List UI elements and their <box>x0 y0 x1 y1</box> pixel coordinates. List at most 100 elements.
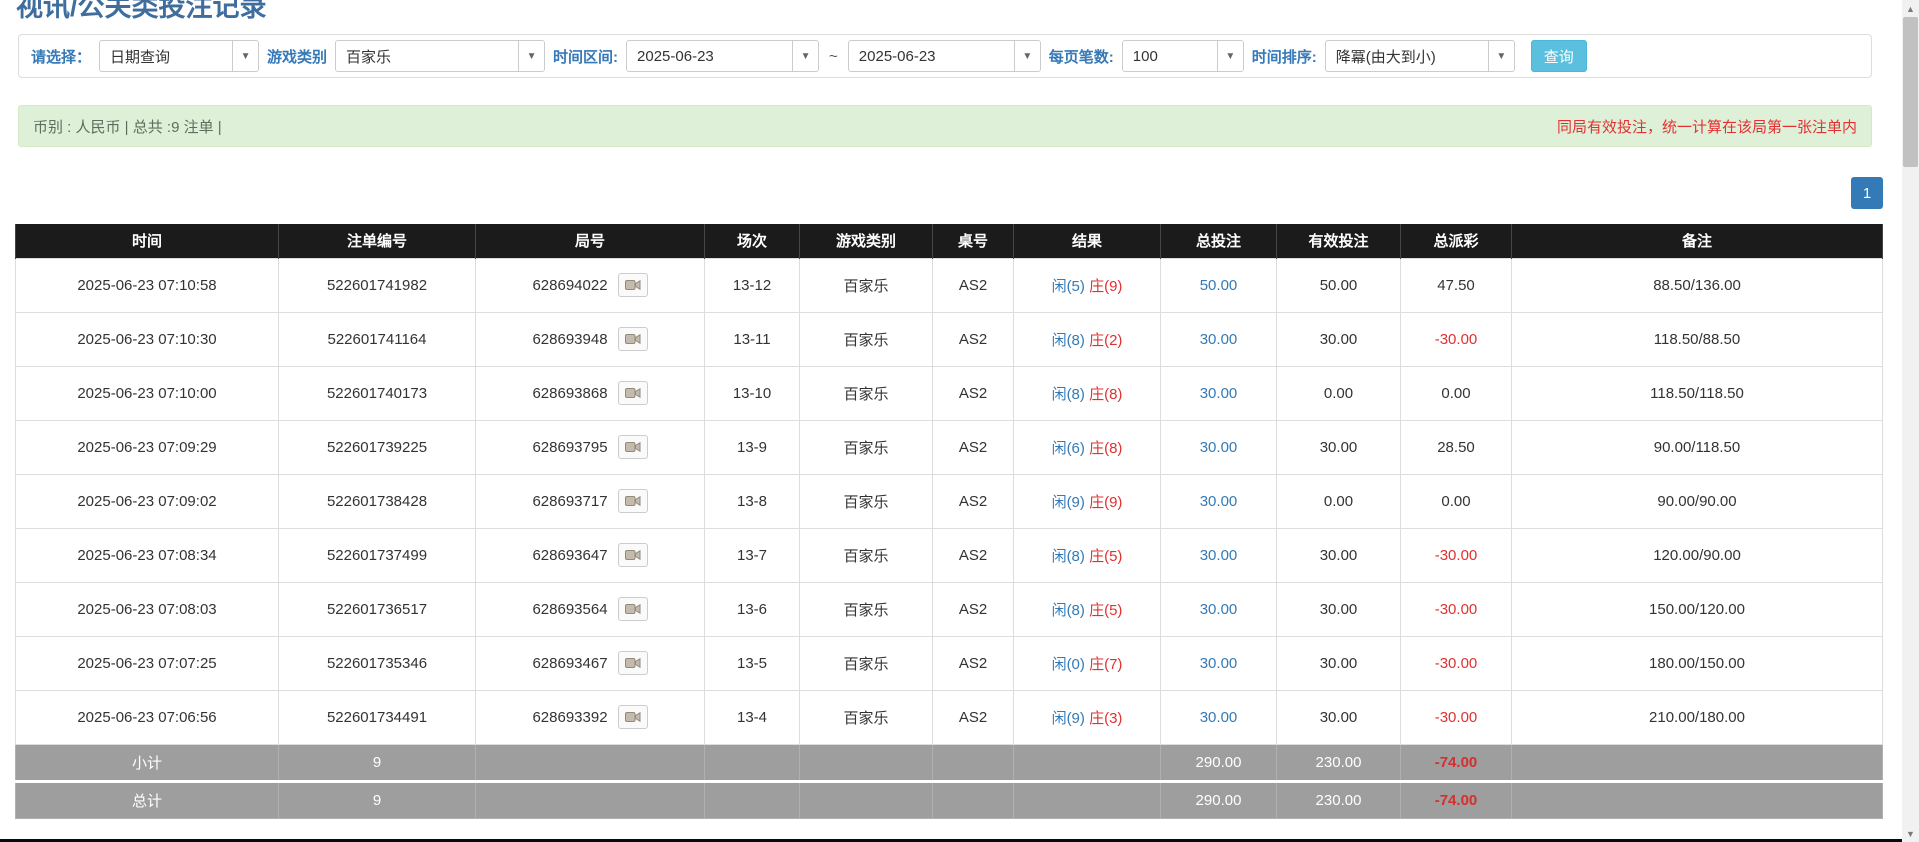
cell-payout: -30.00 <box>1401 582 1512 636</box>
cell-time: 2025-06-23 07:07:25 <box>16 636 279 690</box>
cell-round: 628693948 <box>476 312 705 366</box>
total-bet-link[interactable]: 30.00 <box>1200 601 1238 618</box>
video-replay-icon <box>625 387 641 399</box>
player-result: 闲(8) <box>1052 548 1085 565</box>
cell-valid-bet: 50.00 <box>1277 258 1401 312</box>
video-replay-icon <box>625 657 641 669</box>
total-bet-link[interactable]: 30.00 <box>1200 547 1238 564</box>
page: 视讯/公关类投注记录 请选择： 日期查询 ▼ 游戏类别 百家乐 ▼ 时间区间: … <box>0 0 1902 842</box>
video-replay-button[interactable] <box>618 705 648 729</box>
cell-game-type: 百家乐 <box>800 582 933 636</box>
scroll-up-arrow-icon[interactable]: ▲ <box>1902 0 1919 17</box>
banker-result: 庄(7) <box>1089 656 1122 673</box>
currency-total-info: 币别 : 人民币 | 总共 :9 注单 | <box>33 116 222 137</box>
game-type-select[interactable]: 百家乐 ▼ <box>335 40 545 72</box>
header-game-type: 游戏类别 <box>800 224 933 258</box>
video-replay-button[interactable] <box>618 381 648 405</box>
date-to-input[interactable]: 2025-06-23 ▼ <box>848 40 1041 72</box>
page-size-select[interactable]: 100 ▼ <box>1122 40 1244 72</box>
cell-time: 2025-06-23 07:10:00 <box>16 366 279 420</box>
subtotal-label: 小计 <box>16 744 279 781</box>
total-bet-link[interactable]: 50.00 <box>1200 277 1238 294</box>
total-bet-link[interactable]: 30.00 <box>1200 439 1238 456</box>
cell-bet-id: 522601738428 <box>279 474 476 528</box>
subtotal-total-bet: 290.00 <box>1161 744 1277 781</box>
cell-time: 2025-06-23 07:06:56 <box>16 690 279 744</box>
total-row: 总计 9 290.00 230.00 -74.00 <box>16 781 1883 818</box>
banker-result: 庄(5) <box>1089 548 1122 565</box>
chevron-down-icon: ▼ <box>518 41 544 71</box>
total-bet-link[interactable]: 30.00 <box>1200 709 1238 726</box>
chevron-down-icon: ▼ <box>1217 41 1243 71</box>
video-replay-icon <box>625 603 641 615</box>
subtotal-payout: -74.00 <box>1401 744 1512 781</box>
subtotal-valid-bet: 230.00 <box>1277 744 1401 781</box>
cell-bet-id: 522601736517 <box>279 582 476 636</box>
cell-session: 13-9 <box>705 420 800 474</box>
time-sort-value: 降冪(由大到小) <box>1326 46 1488 67</box>
table-footer: 小计 9 290.00 230.00 -74.00 总计 9 290.00 23… <box>16 744 1883 818</box>
date-from-input[interactable]: 2025-06-23 ▼ <box>626 40 819 72</box>
cell-session: 13-7 <box>705 528 800 582</box>
cell-time: 2025-06-23 07:10:30 <box>16 312 279 366</box>
cell-payout: 28.50 <box>1401 420 1512 474</box>
cell-note: 118.50/88.50 <box>1512 312 1883 366</box>
cell-game-type: 百家乐 <box>800 636 933 690</box>
cell-total-bet: 30.00 <box>1161 690 1277 744</box>
cell-game-type: 百家乐 <box>800 690 933 744</box>
date-from-value: 2025-06-23 <box>627 48 792 65</box>
subtotal-row: 小计 9 290.00 230.00 -74.00 <box>16 744 1883 781</box>
total-bet-link[interactable]: 30.00 <box>1200 493 1238 510</box>
cell-payout: -30.00 <box>1401 312 1512 366</box>
cell-round: 628693467 <box>476 636 705 690</box>
filter-bar: 请选择： 日期查询 ▼ 游戏类别 百家乐 ▼ 时间区间: 2025-06-23 … <box>18 34 1872 78</box>
video-replay-button[interactable] <box>618 543 648 567</box>
cell-note: 210.00/180.00 <box>1512 690 1883 744</box>
scrollbar-thumb[interactable] <box>1903 17 1918 167</box>
cell-session: 13-8 <box>705 474 800 528</box>
time-sort-select[interactable]: 降冪(由大到小) ▼ <box>1325 40 1515 72</box>
total-valid-bet: 230.00 <box>1277 781 1401 818</box>
total-bet-link[interactable]: 30.00 <box>1200 385 1238 402</box>
date-range-separator: ~ <box>827 48 840 65</box>
cell-payout: -30.00 <box>1401 690 1512 744</box>
player-result: 闲(8) <box>1052 602 1085 619</box>
banker-result: 庄(2) <box>1089 332 1122 349</box>
scroll-down-arrow-icon[interactable]: ▼ <box>1902 825 1919 842</box>
cell-total-bet: 50.00 <box>1161 258 1277 312</box>
round-number: 628693392 <box>532 709 607 726</box>
cell-result: 闲(8) 庄(2) <box>1014 312 1161 366</box>
vertical-scrollbar[interactable]: ▲ ▼ <box>1902 0 1919 842</box>
video-replay-button[interactable] <box>618 327 648 351</box>
video-replay-button[interactable] <box>618 597 648 621</box>
cell-note: 88.50/136.00 <box>1512 258 1883 312</box>
cell-session: 13-4 <box>705 690 800 744</box>
cell-result: 闲(5) 庄(9) <box>1014 258 1161 312</box>
cell-result: 闲(8) 庄(5) <box>1014 582 1161 636</box>
cell-table-no: AS2 <box>933 312 1014 366</box>
cell-round: 628693564 <box>476 582 705 636</box>
query-type-select[interactable]: 日期查询 ▼ <box>99 40 259 72</box>
total-bet-link[interactable]: 30.00 <box>1200 655 1238 672</box>
cell-bet-id: 522601741982 <box>279 258 476 312</box>
query-type-value: 日期查询 <box>100 46 232 67</box>
video-replay-button[interactable] <box>618 489 648 513</box>
cell-table-no: AS2 <box>933 258 1014 312</box>
video-replay-button[interactable] <box>618 651 648 675</box>
cell-note: 90.00/90.00 <box>1512 474 1883 528</box>
cell-total-bet: 30.00 <box>1161 582 1277 636</box>
video-replay-button[interactable] <box>618 273 648 297</box>
cell-valid-bet: 30.00 <box>1277 636 1401 690</box>
cell-session: 13-5 <box>705 636 800 690</box>
page-title: 视讯/公关类投注记录 <box>16 0 267 24</box>
total-bet-link[interactable]: 30.00 <box>1200 331 1238 348</box>
banker-result: 庄(5) <box>1089 602 1122 619</box>
search-button[interactable]: 查询 <box>1531 40 1587 72</box>
pagination-page-1[interactable]: 1 <box>1851 177 1883 209</box>
video-replay-button[interactable] <box>618 435 648 459</box>
cell-bet-id: 522601737499 <box>279 528 476 582</box>
summary-bar: 币别 : 人民币 | 总共 :9 注单 | 同局有效投注，统一计算在该局第一张注… <box>18 105 1872 147</box>
cell-table-no: AS2 <box>933 636 1014 690</box>
cell-game-type: 百家乐 <box>800 474 933 528</box>
cell-total-bet: 30.00 <box>1161 420 1277 474</box>
